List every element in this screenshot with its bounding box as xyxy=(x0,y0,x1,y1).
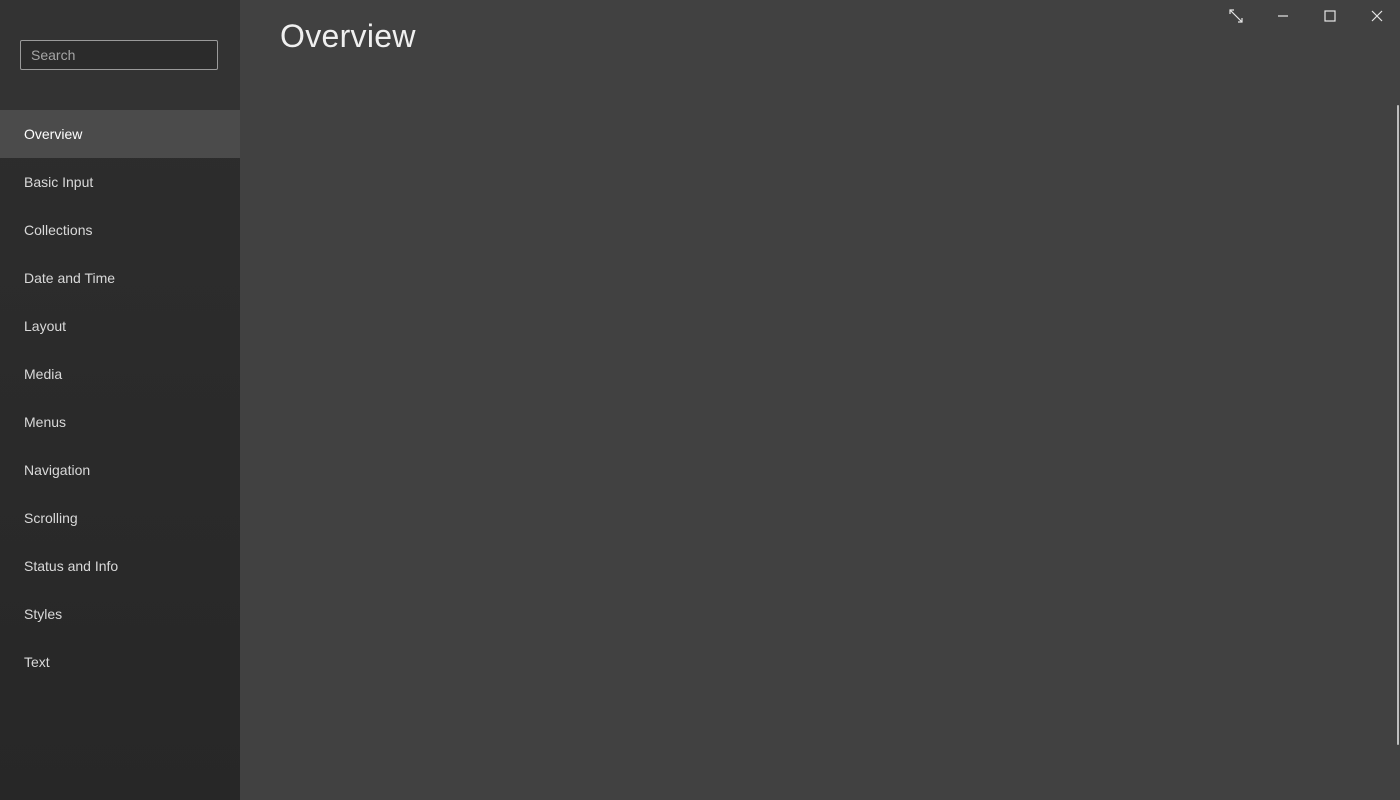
sidebar-item-label: Scrolling xyxy=(24,510,78,526)
vertical-scrollbar[interactable] xyxy=(1397,105,1399,745)
sidebar-item-overview[interactable]: Overview xyxy=(0,110,240,158)
sidebar-item-label: Layout xyxy=(24,318,67,334)
close-icon xyxy=(1371,10,1383,22)
sidebar-item-label: Styles xyxy=(24,606,63,622)
sidebar-item-collections[interactable]: Collections xyxy=(0,206,240,254)
sidebar-item-media[interactable]: Media xyxy=(0,350,240,398)
sidebar-item-styles[interactable]: Styles xyxy=(0,590,240,638)
sidebar-item-label: Status and Info xyxy=(24,558,119,574)
sidebar-item-status-and-info[interactable]: Status and Info xyxy=(0,542,240,590)
sidebar-item-label: Menus xyxy=(24,414,67,430)
sidebar-item-label: Collections xyxy=(24,222,93,238)
close-button[interactable] xyxy=(1353,0,1400,32)
fullscreen-button[interactable] xyxy=(1212,0,1259,32)
sidebar-item-scrolling[interactable]: Scrolling xyxy=(0,494,240,542)
minimize-icon xyxy=(1277,10,1289,22)
search-area xyxy=(0,0,240,110)
sidebar-item-label: Date and Time xyxy=(24,270,116,286)
sidebar-item-label: Media xyxy=(24,366,63,382)
sidebar-item-navigation[interactable]: Navigation xyxy=(0,446,240,494)
window-controls xyxy=(1212,0,1400,32)
sidebar-item-date-and-time[interactable]: Date and Time xyxy=(0,254,240,302)
main-content: Overview xyxy=(240,0,1400,800)
sidebar-item-label: Text xyxy=(24,654,50,670)
sidebar-item-label: Navigation xyxy=(24,462,91,478)
maximize-icon xyxy=(1323,10,1336,22)
sidebar-item-label: Overview xyxy=(24,126,83,142)
page-title: Overview xyxy=(280,18,416,54)
fullscreen-icon xyxy=(1228,9,1243,23)
app-window: Overview Basic Input Collections Date an… xyxy=(0,0,1400,800)
sidebar-item-layout[interactable]: Layout xyxy=(0,302,240,350)
sidebar-item-text[interactable]: Text xyxy=(0,638,240,686)
search-input[interactable] xyxy=(20,40,218,70)
sidebar-item-label: Basic Input xyxy=(24,174,94,190)
sidebar-item-basic-input[interactable]: Basic Input xyxy=(0,158,240,206)
minimize-button[interactable] xyxy=(1259,0,1306,32)
maximize-button[interactable] xyxy=(1306,0,1353,32)
sidebar: Overview Basic Input Collections Date an… xyxy=(0,0,240,800)
sidebar-item-menus[interactable]: Menus xyxy=(0,398,240,446)
nav-list: Overview Basic Input Collections Date an… xyxy=(0,110,240,686)
